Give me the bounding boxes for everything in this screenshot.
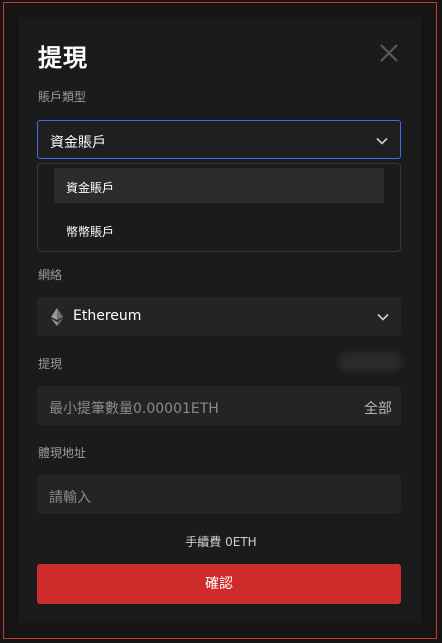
chevron-down-icon bbox=[377, 313, 389, 321]
withdraw-amount-input[interactable]: 最小提筆數量0.00001ETH 全部 bbox=[37, 386, 401, 425]
dialog-title: 提現 bbox=[38, 44, 88, 72]
address-placeholder: 請輸入 bbox=[49, 490, 91, 506]
available-balance-blurred bbox=[338, 352, 402, 372]
withdraw-all-button[interactable]: 全部 bbox=[364, 398, 392, 418]
address-input[interactable]: 請輸入 bbox=[37, 475, 401, 514]
confirm-button[interactable]: 確認 bbox=[37, 564, 401, 604]
address-label: 體現地址 bbox=[38, 446, 87, 460]
network-select[interactable]: Ethereum bbox=[37, 297, 401, 336]
withdraw-amount-placeholder: 最小提筆數量0.00001ETH bbox=[49, 401, 219, 417]
dropdown-option-spot[interactable]: 幣幣賬戶 bbox=[54, 212, 384, 247]
close-icon[interactable] bbox=[376, 40, 402, 66]
account-type-select[interactable]: 資金賬戶 bbox=[37, 120, 401, 159]
dropdown-option-funding[interactable]: 資金賬戶 bbox=[54, 168, 384, 203]
account-type-dropdown: 資金賬戶 幣幣賬戶 bbox=[37, 163, 401, 252]
fee-text: 手續費 0ETH bbox=[185, 535, 257, 549]
account-type-label: 賬戶類型 bbox=[38, 90, 87, 104]
ethereum-icon bbox=[51, 308, 63, 326]
network-label: 網絡 bbox=[38, 268, 63, 282]
chevron-down-icon bbox=[376, 137, 388, 145]
account-type-value: 資金賬戶 bbox=[50, 135, 106, 151]
withdraw-label: 提現 bbox=[38, 357, 63, 371]
network-value: Ethereum bbox=[73, 308, 142, 324]
